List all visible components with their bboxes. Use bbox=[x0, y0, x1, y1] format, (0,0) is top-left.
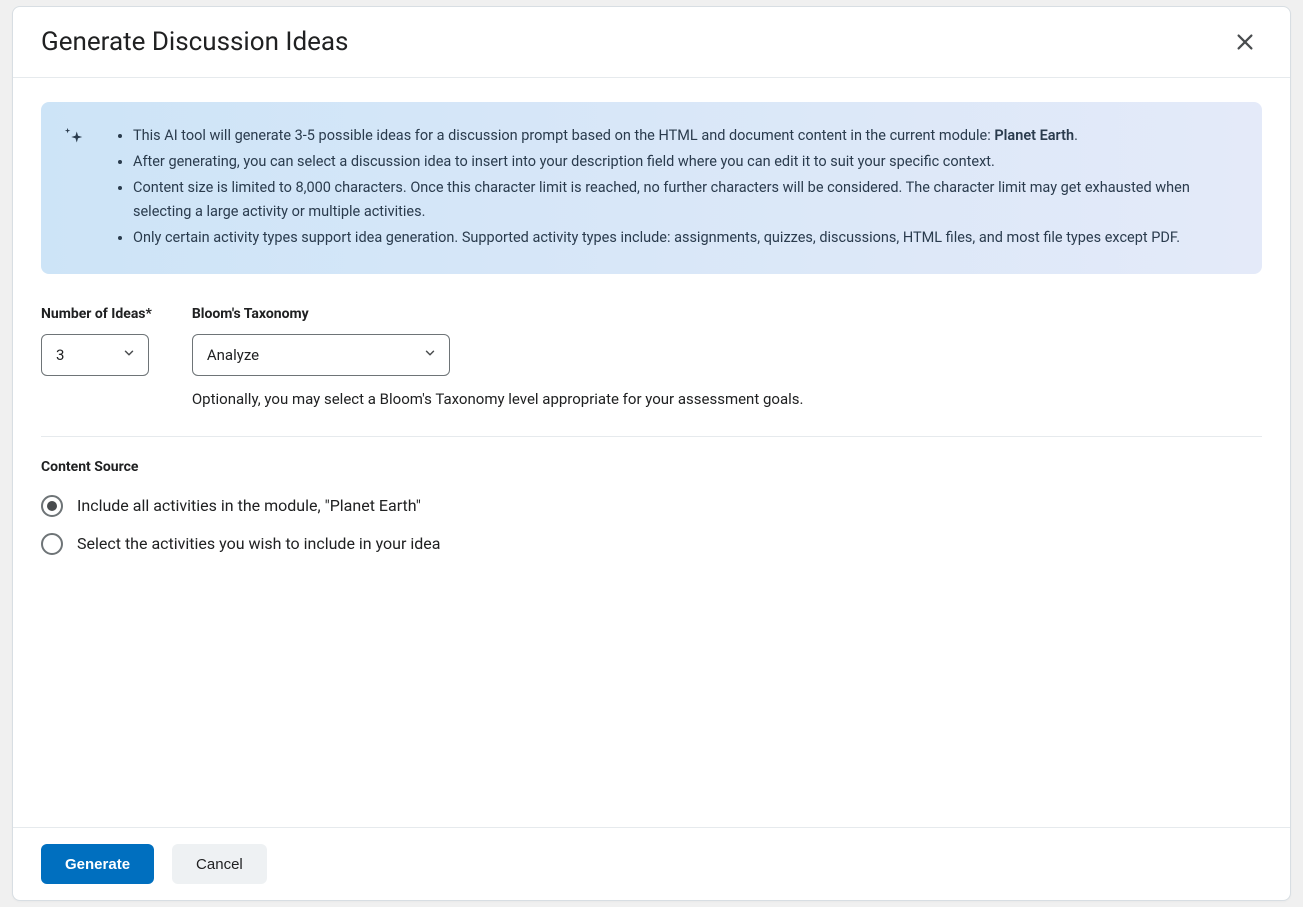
info-bullet-1: This AI tool will generate 3-5 possible … bbox=[133, 124, 1236, 147]
modal-body: This AI tool will generate 3-5 possible … bbox=[13, 78, 1290, 827]
content-source-option-all[interactable]: Include all activities in the module, "P… bbox=[41, 495, 1262, 517]
info-list: This AI tool will generate 3-5 possible … bbox=[115, 124, 1236, 252]
blooms-taxonomy-value: Analyze bbox=[207, 346, 259, 364]
modal-title: Generate Discussion Ideas bbox=[41, 27, 348, 57]
info-box: This AI tool will generate 3-5 possible … bbox=[41, 102, 1262, 274]
cancel-button[interactable]: Cancel bbox=[172, 844, 267, 884]
info-bullet-1-suffix: . bbox=[1074, 127, 1078, 144]
form-row: Number of Ideas* 3 Bloom's Taxonomy Anal… bbox=[41, 306, 1262, 408]
blooms-taxonomy-field: Bloom's Taxonomy Analyze Optionally, you… bbox=[192, 306, 804, 408]
modal-header: Generate Discussion Ideas bbox=[13, 7, 1290, 78]
radio-label: Select the activities you wish to includ… bbox=[77, 534, 440, 553]
info-module-name: Planet Earth bbox=[994, 127, 1074, 144]
chevron-down-icon bbox=[423, 346, 437, 364]
close-icon bbox=[1234, 41, 1256, 56]
modal-footer: Generate Cancel bbox=[13, 827, 1290, 900]
divider bbox=[41, 436, 1262, 437]
blooms-taxonomy-helper: Optionally, you may select a Bloom's Tax… bbox=[192, 390, 804, 408]
sparkle-icon bbox=[63, 124, 85, 252]
info-bullet-4: Only certain activity types support idea… bbox=[133, 226, 1236, 249]
content-source-label: Content Source bbox=[41, 459, 1262, 475]
content-source-radio-group: Include all activities in the module, "P… bbox=[41, 495, 1262, 555]
number-of-ideas-label: Number of Ideas* bbox=[41, 306, 152, 322]
close-button[interactable] bbox=[1228, 25, 1262, 59]
blooms-taxonomy-label: Bloom's Taxonomy bbox=[192, 306, 804, 322]
generate-discussion-ideas-modal: Generate Discussion Ideas bbox=[12, 6, 1291, 901]
info-bullet-2: After generating, you can select a discu… bbox=[133, 150, 1236, 173]
info-bullet-3: Content size is limited to 8,000 charact… bbox=[133, 176, 1236, 222]
info-bullet-1-text: This AI tool will generate 3-5 possible … bbox=[133, 127, 994, 144]
chevron-down-icon bbox=[122, 346, 136, 364]
number-of-ideas-value: 3 bbox=[56, 346, 64, 364]
radio-input[interactable] bbox=[41, 533, 63, 555]
blooms-taxonomy-select[interactable]: Analyze bbox=[192, 334, 450, 376]
number-of-ideas-field: Number of Ideas* 3 bbox=[41, 306, 152, 408]
generate-button[interactable]: Generate bbox=[41, 844, 154, 884]
radio-input[interactable] bbox=[41, 495, 63, 517]
number-of-ideas-select[interactable]: 3 bbox=[41, 334, 149, 376]
content-source-option-select[interactable]: Select the activities you wish to includ… bbox=[41, 533, 1262, 555]
radio-label: Include all activities in the module, "P… bbox=[77, 496, 421, 515]
